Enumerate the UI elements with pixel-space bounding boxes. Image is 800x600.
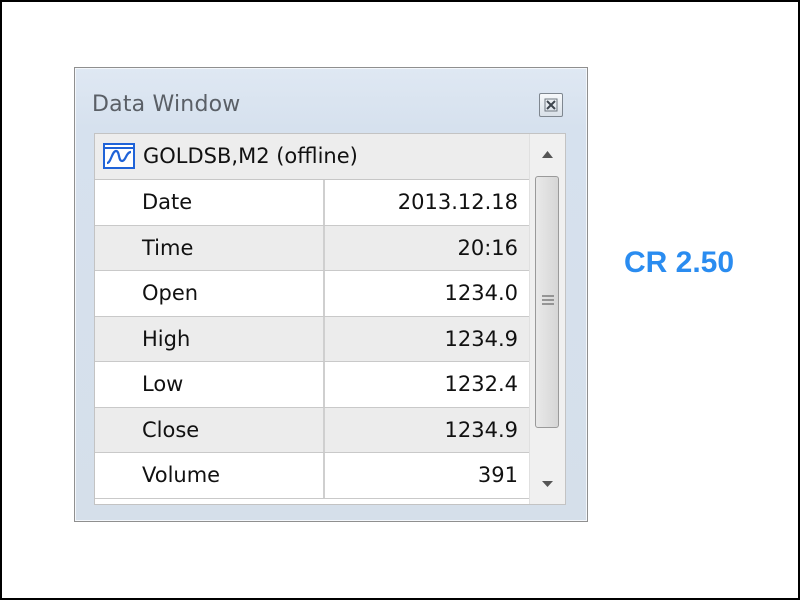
data-window-content: GOLDSB,M2 (offline) Date 2013.12.18 Time…	[94, 133, 566, 505]
symbol-label: GOLDSB,M2 (offline)	[143, 144, 358, 168]
scroll-down-arrow-icon	[542, 481, 553, 487]
row-name: Time	[142, 235, 194, 260]
column-divider	[323, 180, 325, 225]
column-divider	[323, 407, 325, 452]
row-value: 1234.9	[444, 417, 518, 442]
scroll-up-button[interactable]	[530, 134, 565, 174]
scroll-down-button[interactable]	[530, 464, 565, 504]
column-divider	[323, 271, 325, 316]
title-bar[interactable]: Data Window	[75, 68, 587, 134]
row-value: 1234.0	[444, 281, 518, 305]
row-value: 1234.9	[444, 326, 518, 351]
scroll-thumb[interactable]	[535, 176, 559, 428]
data-row-low[interactable]: Low 1232.4	[95, 362, 529, 408]
row-name: Date	[142, 190, 193, 214]
column-divider	[323, 362, 325, 407]
row-value: 391	[477, 463, 518, 487]
row-name: High	[142, 326, 191, 351]
grip-icon	[542, 295, 554, 305]
row-name: Volume	[142, 463, 221, 487]
column-divider	[323, 225, 325, 270]
window-title: Data Window	[92, 92, 241, 117]
data-window-panel: Data Window GOLDSB,M2 (offline) Date 201…	[74, 67, 588, 522]
column-divider	[323, 316, 325, 361]
vertical-scrollbar[interactable]	[529, 134, 565, 504]
row-value: 20:16	[457, 235, 518, 260]
row-value: 2013.12.18	[397, 190, 518, 214]
data-row-date[interactable]: Date 2013.12.18	[95, 180, 529, 226]
symbol-header-row[interactable]: GOLDSB,M2 (offline)	[95, 134, 529, 180]
column-divider	[323, 453, 325, 498]
data-row-time[interactable]: Time 20:16	[95, 225, 529, 271]
data-row-close[interactable]: Close 1234.9	[95, 407, 529, 453]
row-name: Open	[142, 281, 199, 305]
data-grid: Date 2013.12.18 Time 20:16 Open 1234.0 H…	[95, 180, 529, 499]
chart-icon	[103, 143, 135, 169]
row-name: Low	[142, 372, 184, 396]
row-value: 1232.4	[444, 372, 518, 396]
close-button[interactable]	[539, 93, 563, 117]
data-row-volume[interactable]: Volume 391	[95, 453, 529, 499]
close-icon	[544, 98, 558, 112]
cr-annotation: CR 2.50	[624, 246, 735, 279]
row-name: Close	[142, 417, 200, 442]
data-row-high[interactable]: High 1234.9	[95, 316, 529, 362]
data-row-open[interactable]: Open 1234.0	[95, 271, 529, 317]
scroll-up-arrow-icon	[542, 151, 553, 158]
